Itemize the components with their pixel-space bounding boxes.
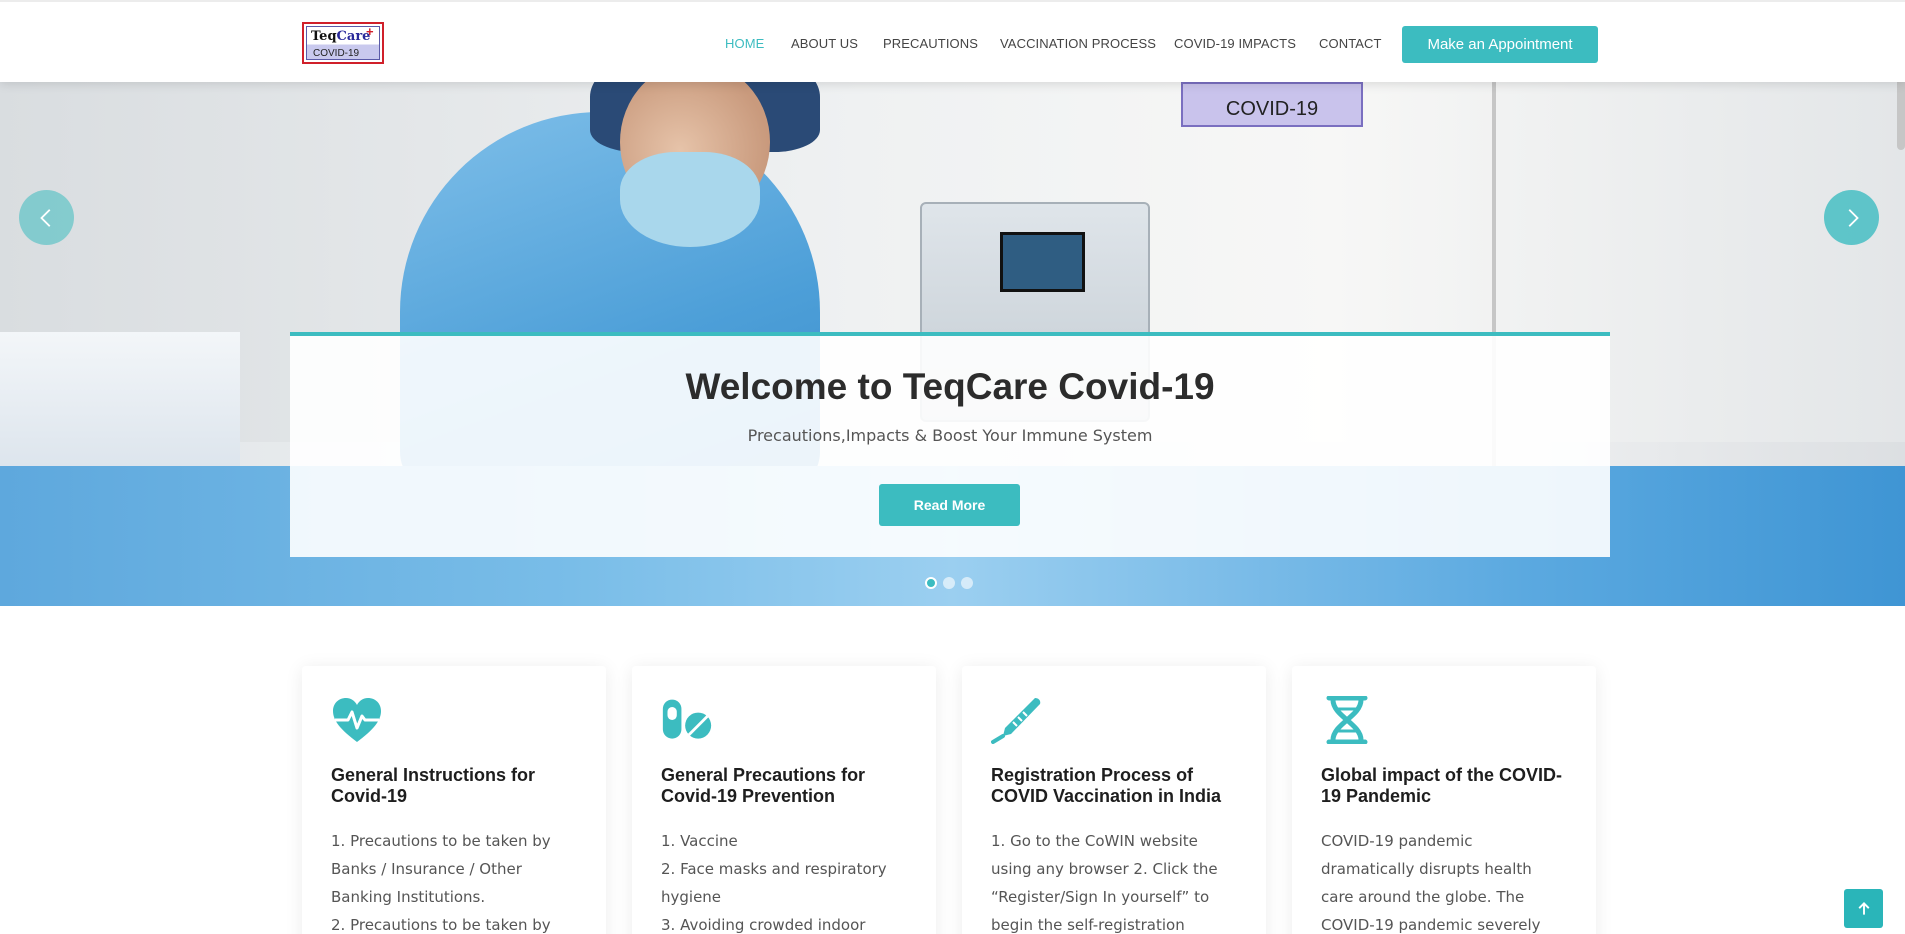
card-line: 1. Go to the CoWIN website using any bro… [991, 832, 1218, 934]
arrow-up-icon [1858, 901, 1869, 915]
site-logo[interactable]: TeqCare + COVID-19 [302, 22, 384, 64]
slider-next-button[interactable] [1824, 190, 1879, 245]
card-title: General Precautions for Covid-19 Prevent… [661, 765, 866, 806]
hero-subtitle: Precautions,Impacts & Boost Your Immune … [747, 426, 1153, 445]
card-line: 1. Precautions to be taken by Banks / In… [331, 832, 551, 906]
chevron-right-icon [1848, 208, 1859, 227]
card-title: Global impact of the COVID-19 Pandemic [1321, 765, 1563, 806]
feature-card[interactable]: Global impact of the COVID-19 Pandemic C… [1292, 666, 1596, 934]
card-line: 2. Precautions to be taken by the [331, 916, 551, 934]
slider-dots [925, 577, 973, 589]
hero-covid-sign: COVID-19 [1181, 82, 1363, 127]
nav-about-us[interactable]: ABOUT US [791, 36, 858, 51]
slider-prev-button[interactable] [19, 190, 74, 245]
feature-card[interactable]: Registration Process of COVID Vaccinatio… [962, 666, 1266, 934]
hero-sign-text: COVID-19 [1225, 98, 1319, 120]
feature-card[interactable]: General Instructions for Covid-19 1. Pre… [302, 666, 606, 934]
card-line: 1. Vaccine [661, 832, 738, 850]
slider-dot-2[interactable] [943, 577, 955, 589]
nav-precautions[interactable]: PRECAUTIONS [883, 36, 978, 51]
pills-icon [662, 699, 712, 739]
chevron-left-icon [39, 208, 50, 227]
site-header: TeqCare + COVID-19 HOME ABOUT US PRECAUT… [0, 0, 1905, 82]
card-line: 3. Avoiding crowded indoor spaces [661, 916, 866, 934]
card-body: COVID-19 pandemic dramatically disrupts … [1321, 827, 1567, 934]
nav-home[interactable]: HOME [725, 36, 764, 51]
thermometer-icon [991, 698, 1041, 744]
hero-surgeon-mask [620, 152, 760, 247]
read-more-button[interactable]: Read More [879, 484, 1020, 526]
slider-dot-3[interactable] [961, 577, 973, 589]
feature-card[interactable]: General Precautions for Covid-19 Prevent… [632, 666, 936, 934]
feature-cards: General Instructions for Covid-19 1. Pre… [302, 666, 1598, 934]
card-body: 1. Precautions to be taken by Banks / In… [331, 827, 577, 934]
nav-covid-impacts[interactable]: COVID-19 IMPACTS [1174, 36, 1296, 51]
card-body: 1. Vaccine 2. Face masks and respiratory… [661, 827, 907, 934]
card-title: General Instructions for Covid-19 [331, 765, 536, 806]
card-title: Registration Process of COVID Vaccinatio… [991, 765, 1222, 806]
card-body: 1. Go to the CoWIN website using any bro… [991, 827, 1237, 934]
card-line: COVID-19 pandemic dramatically disrupts … [1321, 832, 1541, 934]
hero-monitor [1000, 232, 1085, 292]
card-line: 2. Face masks and respiratory hygiene [661, 860, 887, 906]
dna-icon [1326, 695, 1368, 745]
back-to-top-button[interactable] [1844, 889, 1883, 928]
hero-title: Welcome to TeqCare Covid-19 [685, 366, 1215, 407]
nav-vaccination-process[interactable]: VACCINATION PROCESS [1000, 36, 1156, 51]
make-appointment-button[interactable]: Make an Appointment [1402, 26, 1598, 63]
nav-contact[interactable]: CONTACT [1319, 36, 1382, 51]
page: TeqCare + COVID-19 HOME ABOUT US PRECAUT… [0, 0, 1905, 934]
logo-subtitle: COVID-19 [313, 48, 360, 59]
logo-plus: + [366, 24, 374, 39]
hero-caption: Welcome to TeqCare Covid-19 Precautions,… [290, 332, 1610, 557]
hero-slider: COVID-19 Welcome to TeqCare Covid-19 Pre… [0, 82, 1905, 606]
heartbeat-icon [333, 698, 381, 742]
logo-brand: TeqCare [311, 29, 371, 44]
slider-dot-1[interactable] [925, 577, 937, 589]
logo-frame: TeqCare + COVID-19 [306, 24, 380, 60]
